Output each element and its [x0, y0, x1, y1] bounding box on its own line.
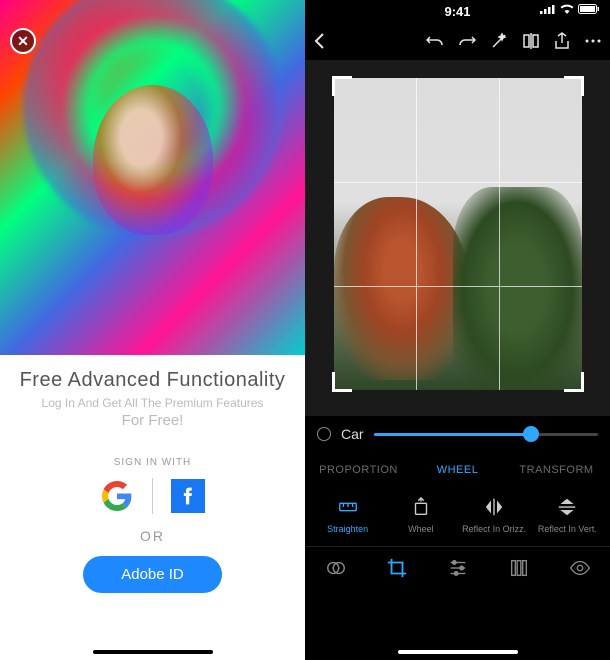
top-toolbar [305, 22, 610, 60]
rotate-icon [410, 496, 432, 518]
tab-transform[interactable]: TRANSFORM [509, 460, 604, 480]
straighten-icon [337, 496, 359, 518]
home-indicator [93, 650, 213, 654]
overlap-icon [325, 557, 347, 579]
google-signin-button[interactable] [100, 479, 134, 513]
rotation-slider-row: Car [305, 416, 610, 452]
tool-row: Straighten Wheel Reflect In Orizz. Refle… [305, 486, 610, 538]
wifi-icon [560, 4, 574, 14]
status-bar: 9:41 [305, 0, 610, 22]
promo-subtitle: Log In And Get All The Premium Features [42, 396, 264, 410]
close-icon: ✕ [17, 33, 29, 50]
promo-title: Free Advanced Functionality [20, 369, 286, 392]
battery-icon [578, 4, 600, 14]
tool-straighten[interactable]: Straighten [311, 496, 384, 534]
undo-icon[interactable] [426, 33, 444, 49]
tool-reflect-horizontal[interactable]: Reflect In Orizz. [458, 496, 531, 534]
or-label: OR [140, 528, 165, 544]
nav-adjustments[interactable] [427, 557, 488, 579]
grid-line [499, 78, 500, 390]
tab-proportion[interactable]: PROPORTION [311, 460, 406, 480]
hero-image: ✕ [0, 0, 305, 355]
promo-section: Free Advanced Functionality Log In And G… [0, 355, 305, 660]
redo-icon[interactable] [458, 33, 476, 49]
mode-tabs: PROPORTION WHEEL TRANSFORM [305, 452, 610, 486]
nav-layers[interactable] [305, 557, 366, 579]
google-icon [102, 481, 132, 511]
divider [152, 478, 153, 514]
compare-icon[interactable] [522, 32, 540, 50]
nav-preview[interactable] [549, 557, 610, 579]
channels-icon [508, 557, 530, 579]
grid-line [416, 78, 417, 390]
status-icons [540, 4, 600, 14]
more-icon[interactable] [584, 38, 602, 44]
share-icon[interactable] [554, 32, 570, 50]
flip-horizontal-icon [483, 496, 505, 518]
facebook-signin-button[interactable] [171, 479, 205, 513]
rotation-slider[interactable] [374, 433, 598, 436]
promo-free: For Free! [122, 412, 184, 429]
bottom-nav [305, 546, 610, 593]
crop-handle-br[interactable] [564, 372, 584, 392]
crop-icon [386, 557, 408, 579]
auto-enhance-icon[interactable] [490, 32, 508, 50]
signal-icon [540, 4, 556, 14]
tool-label: Wheel [408, 524, 434, 534]
grid-line [334, 286, 582, 287]
slider-thumb[interactable] [523, 426, 539, 442]
nav-crop[interactable] [366, 557, 427, 579]
signin-with-label: SIGN IN WITH [114, 457, 192, 468]
crop-handle-tl[interactable] [332, 76, 352, 96]
crop-handle-tr[interactable] [564, 76, 584, 96]
nav-channels[interactable] [488, 557, 549, 579]
flip-vertical-icon [556, 496, 578, 518]
tool-label: Reflect In Orizz. [462, 524, 526, 534]
adobe-id-button[interactable]: Adobe ID [83, 556, 222, 593]
tool-reflect-vertical[interactable]: Reflect In Vert. [531, 496, 604, 534]
social-row [100, 478, 205, 514]
grid-line [334, 182, 582, 183]
signin-panel: ✕ Free Advanced Functionality Log In And… [0, 0, 305, 660]
tool-label: Reflect In Vert. [538, 524, 597, 534]
back-icon[interactable] [313, 32, 327, 50]
eye-icon [569, 557, 591, 579]
close-button[interactable]: ✕ [10, 28, 36, 54]
tab-wheel[interactable]: WHEEL [410, 460, 505, 480]
slider-label: Car [341, 426, 364, 442]
tool-wheel[interactable]: Wheel [384, 496, 457, 534]
editor-panel: 9:41 [305, 0, 610, 660]
facebook-icon [178, 486, 198, 506]
status-time: 9:41 [444, 4, 470, 19]
home-indicator [398, 650, 518, 654]
reset-radio[interactable] [317, 427, 331, 441]
tool-label: Straighten [327, 524, 368, 534]
crop-frame[interactable] [334, 78, 582, 390]
canvas [305, 60, 610, 416]
sliders-icon [447, 557, 469, 579]
crop-handle-bl[interactable] [332, 372, 352, 392]
